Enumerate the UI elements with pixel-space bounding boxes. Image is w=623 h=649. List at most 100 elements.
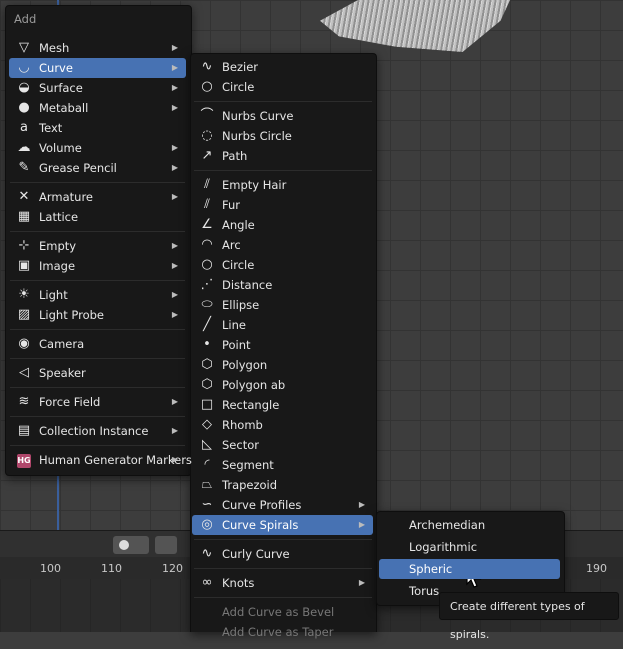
speaker-icon: ◁	[19, 365, 29, 380]
jump-start-button[interactable]	[155, 536, 177, 554]
add-menu-item-light-probe[interactable]: ▨ Light Probe ▶	[9, 305, 186, 325]
curve-menu-item-rectangle[interactable]: □ Rectangle	[192, 395, 373, 415]
lattice-icon: ▦	[17, 209, 31, 224]
add-menu-item-camera[interactable]: ◉ Camera	[9, 334, 186, 354]
curve-menu-item-label: Rhomb	[222, 418, 263, 432]
curve-menu-item-label: Nurbs Curve	[222, 109, 294, 123]
curve-menu-item-polygon-ab[interactable]: ⬡ Polygon ab	[192, 375, 373, 395]
submenu-arrow-icon: ▶	[358, 578, 365, 587]
add-menu-item-collection-instance[interactable]: ▤ Collection Instance ▶	[9, 421, 186, 441]
keyframe-toggle-button[interactable]	[113, 536, 149, 554]
add-menu-item-label: Text	[39, 121, 63, 135]
curve-menu-item-curly-curve[interactable]: ∿ Curly Curve	[192, 544, 373, 564]
menu-separator	[10, 280, 185, 281]
spirals-menu-item-label: Archemedian	[409, 518, 486, 532]
curve-menu-item-sector[interactable]: ◺ Sector	[192, 435, 373, 455]
spirals-menu-item-label: Torus	[409, 584, 440, 598]
curve-menu-item-angle[interactable]: ∠ Angle	[192, 215, 373, 235]
trapezoid-icon: ⏢	[201, 477, 213, 492]
curve-menu-item-ellipse[interactable]: ⬭ Ellipse	[192, 295, 373, 315]
curve-menu-item-line[interactable]: ╱ Line	[192, 315, 373, 335]
curve-menu-item-arc[interactable]: ◠ Arc	[192, 235, 373, 255]
curve-menu-item-label: Circle	[222, 258, 255, 272]
menu-separator	[10, 358, 185, 359]
distance-icon: ⋰	[200, 277, 214, 292]
add-menu-item-text[interactable]: a Text	[9, 118, 186, 138]
add-menu-item-label: Light Probe	[39, 308, 104, 322]
tick-label: 100	[40, 562, 61, 575]
curve-menu-item-curve-spirals[interactable]: ◎ Curve Spirals ▶	[192, 515, 373, 535]
add-menu-item-label: Grease Pencil	[39, 161, 117, 175]
add-menu-item-label: Human Generator Markers	[39, 453, 192, 467]
grease-pencil-icon: ✎	[18, 160, 30, 175]
spirals-menu-item-spheric[interactable]: Spheric	[379, 559, 560, 579]
submenu-arrow-icon: ▶	[171, 192, 178, 201]
spirals-menu-item-logarithmic[interactable]: Logarithmic	[379, 537, 560, 557]
add-menu-item-label: Armature	[39, 190, 93, 204]
text-icon: a	[20, 120, 28, 135]
add-menu-item-force-field[interactable]: ≋ Force Field ▶	[9, 392, 186, 412]
curve-menu-item-segment[interactable]: ◜ Segment	[192, 455, 373, 475]
add-menu-item-image[interactable]: ▣ Image ▶	[9, 256, 186, 276]
rhomb-icon: ◇	[202, 417, 212, 432]
curve-menu-item-bezier[interactable]: ∿ Bezier	[192, 57, 373, 77]
curve-menu-item-point[interactable]: • Point	[192, 335, 373, 355]
menu-separator	[10, 329, 185, 330]
submenu-arrow-icon: ▶	[171, 63, 178, 72]
curve-menu-item-label: Polygon	[222, 358, 268, 372]
curve-menu-item-polygon[interactable]: ⬡ Polygon	[192, 355, 373, 375]
spirals-menu-item-archemedian[interactable]: Archemedian	[379, 515, 560, 535]
nurbs-curve-icon: ⌒	[200, 108, 214, 123]
curve-menu-item-circle[interactable]: ○ Circle	[192, 77, 373, 97]
curve-menu-item-label: Angle	[222, 218, 255, 232]
add-menu-item-mesh[interactable]: ▽ Mesh ▶	[9, 38, 186, 58]
curve-menu-item-path[interactable]: ↗ Path	[192, 146, 373, 166]
curve-menu-item-trapezoid[interactable]: ⏢ Trapezoid	[192, 475, 373, 495]
hg-badge: HG	[17, 454, 31, 468]
curve-menu-item-knots[interactable]: ∞ Knots ▶	[192, 573, 373, 593]
curve-menu-item-fur[interactable]: ⫽ Fur	[192, 195, 373, 215]
add-menu-item-surface[interactable]: ◒ Surface ▶	[9, 78, 186, 98]
add-menu-item-metaball[interactable]: ● Metaball ▶	[9, 98, 186, 118]
add-menu-item-label: Image	[39, 259, 76, 273]
curve-menu-item-label: Add Curve as Bevel	[222, 605, 335, 619]
curve-menu-item-rhomb[interactable]: ◇ Rhomb	[192, 415, 373, 435]
circle-curve-icon: ○	[201, 79, 213, 94]
submenu-arrow-icon: ▶	[171, 426, 178, 435]
curve-menu-item-label: Add Curve as Taper	[222, 625, 334, 639]
curve-menu-item-distance[interactable]: ⋰ Distance	[192, 275, 373, 295]
curve-menu-item-label: Circle	[222, 80, 255, 94]
submenu-arrow-icon: ▶	[171, 103, 178, 112]
add-menu-item-empty[interactable]: ⊹ Empty ▶	[9, 236, 186, 256]
add-menu-item-grease-pencil[interactable]: ✎ Grease Pencil ▶	[9, 158, 186, 178]
add-menu-item-speaker[interactable]: ◁ Speaker	[9, 363, 186, 383]
curve-menu-item-nurbs-curve[interactable]: ⌒ Nurbs Curve	[192, 106, 373, 126]
curve-menu-item-label: Segment	[222, 458, 274, 472]
hair-object[interactable]	[320, 0, 510, 52]
knots-icon: ∞	[201, 575, 213, 590]
add-menu-item-volume[interactable]: ☁ Volume ▶	[9, 138, 186, 158]
curve-menu-item-label: Bezier	[222, 60, 258, 74]
curly-curve-icon: ∿	[201, 546, 213, 561]
curve-icon: ◡	[18, 60, 30, 75]
arc-icon: ◠	[201, 237, 213, 252]
curve-menu-item-add-curve-as-taper: Add Curve as Taper	[192, 622, 373, 642]
curve-menu-item-empty-hair[interactable]: ⫽ Empty Hair	[192, 175, 373, 195]
curve-menu-item-curve-profiles[interactable]: ∽ Curve Profiles ▶	[192, 495, 373, 515]
curve-menu-item-nurbs-circle[interactable]: ◌ Nurbs Circle	[192, 126, 373, 146]
curve-menu-item-label: Fur	[222, 198, 241, 212]
curve-menu-item-label: Sector	[222, 438, 259, 452]
spirals-menu-item-torus[interactable]: Torus	[379, 581, 560, 601]
tick-label: 120	[162, 562, 183, 575]
segment-icon: ◜	[204, 457, 210, 472]
curve-menu-item-label: Distance	[222, 278, 273, 292]
menu-separator	[10, 416, 185, 417]
add-menu-item-light[interactable]: ☀ Light ▶	[9, 285, 186, 305]
curve-menu-item-circle[interactable]: ○ Circle	[192, 255, 373, 275]
add-menu-item-lattice[interactable]: ▦ Lattice	[9, 207, 186, 227]
add-menu-item-curve[interactable]: ◡ Curve ▶	[9, 58, 186, 78]
curve-menu-item-label: Rectangle	[222, 398, 280, 412]
add-menu-item-human-generator-markers[interactable]: HG Human Generator Markers ▶	[9, 450, 192, 470]
add-menu-item-label: Light	[39, 288, 68, 302]
add-menu-item-armature[interactable]: ✕ Armature ▶	[9, 187, 186, 207]
